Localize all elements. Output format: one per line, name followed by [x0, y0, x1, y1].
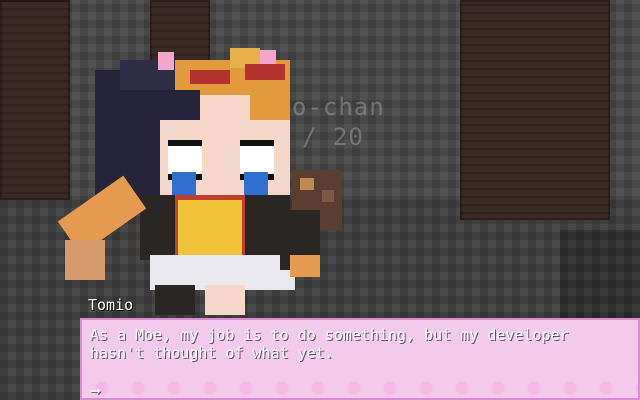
distant-nameplate-name: o-chan [292, 93, 385, 121]
brick-pillar-right [460, 0, 610, 220]
game-viewport: o-chan / 20 Tomio As a Moe, my job is to… [0, 0, 640, 400]
bell-ornament [178, 200, 242, 256]
brick-pillar-left [0, 0, 70, 200]
distant-nameplate-health: / 20 [302, 123, 364, 151]
distant-nameplate: o-chan / 20 [292, 92, 385, 152]
stone-block-right [560, 230, 640, 320]
dialog-box[interactable]: As a Moe, my job is to do something, but… [80, 318, 640, 400]
continue-arrow-icon[interactable]: → [90, 380, 101, 400]
dialog-text: As a Moe, my job is to do something, but… [90, 326, 569, 362]
speaker-name: Tomio [88, 296, 134, 314]
